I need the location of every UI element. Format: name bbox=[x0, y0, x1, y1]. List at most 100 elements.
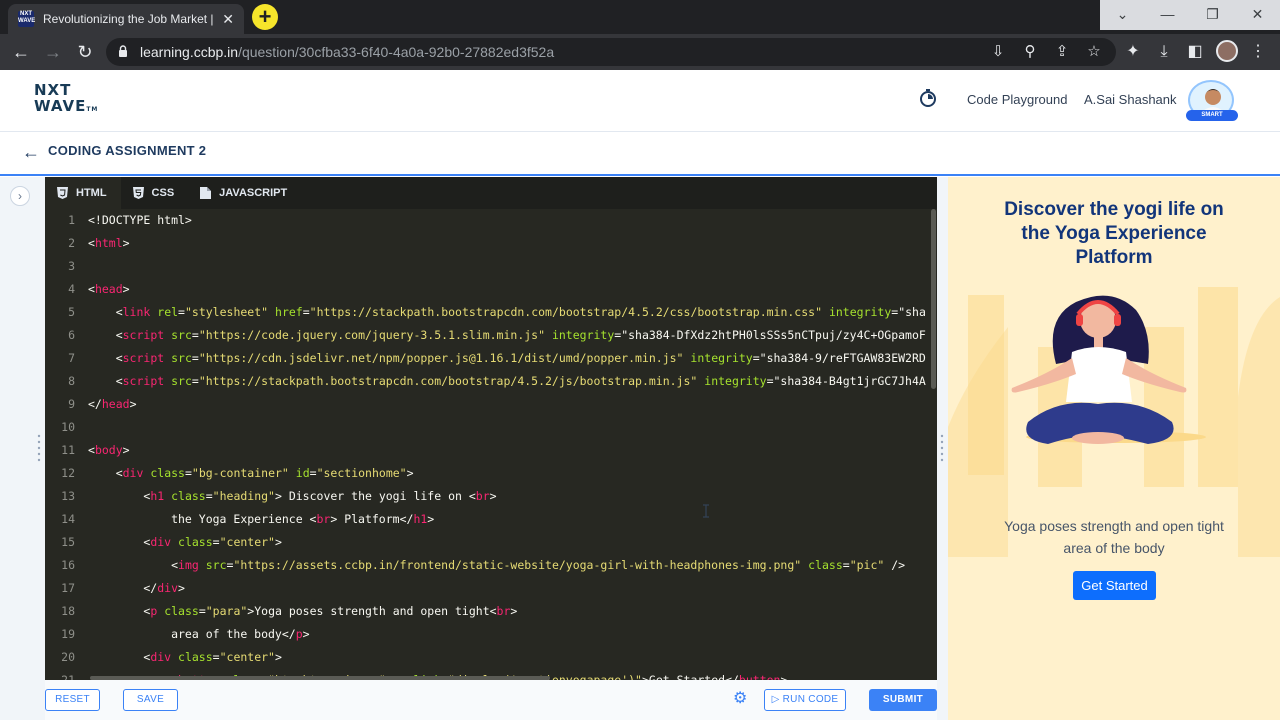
nxtwave-logo[interactable]: NXT WAVETM bbox=[34, 82, 98, 118]
code-text: <div class="bg-container" id="sectionhom… bbox=[88, 466, 414, 480]
run-code-button[interactable]: ▷ RUN CODE bbox=[764, 689, 846, 711]
chrome-menu-icon[interactable]: ⋮ bbox=[1246, 40, 1270, 64]
timer-icon[interactable] bbox=[918, 88, 938, 108]
line-number: 3 bbox=[68, 259, 75, 273]
code-line[interactable]: 2 <html> bbox=[45, 232, 937, 255]
install-app-icon[interactable]: ⇩ bbox=[986, 40, 1010, 64]
line-number: 12 bbox=[61, 466, 75, 480]
save-button[interactable]: SAVE bbox=[123, 689, 178, 711]
tab-css[interactable]: CSS bbox=[121, 177, 189, 209]
settings-gear-icon[interactable]: ⚙ bbox=[733, 691, 749, 707]
address-bar[interactable]: learning.ccbp.in/question/30cfba33-6f40-… bbox=[106, 38, 1116, 66]
code-area[interactable]: 1 <!DOCTYPE html> 2 <html> 3 4 <head> 5 <link r… bbox=[45, 209, 937, 680]
code-line[interactable]: 7 <script src="https://cdn.jsdelivr.net/… bbox=[45, 347, 937, 370]
window-controls: ⌄ — ❐ ✕ bbox=[1100, 0, 1280, 30]
back-icon[interactable]: ← bbox=[9, 40, 33, 64]
line-number: 9 bbox=[68, 397, 75, 411]
reload-icon[interactable]: ↻ bbox=[73, 40, 97, 64]
browser-toolbar: ← → ↻ learning.ccbp.in/question/30cfba33… bbox=[0, 34, 1280, 70]
code-text: <body> bbox=[88, 443, 130, 457]
line-number: 20 bbox=[61, 650, 75, 664]
tab-html[interactable]: HTML bbox=[45, 177, 121, 209]
code-text: </head> bbox=[88, 397, 137, 411]
new-tab-icon[interactable]: + bbox=[252, 4, 278, 30]
code-text: <script src="https://code.jquery.com/jqu… bbox=[88, 328, 926, 342]
code-text: area of the body</p> bbox=[88, 627, 310, 641]
expand-sidebar-chevron-icon[interactable]: › bbox=[10, 186, 30, 206]
line-number: 21 bbox=[61, 673, 75, 680]
line-number: 5 bbox=[68, 305, 75, 319]
code-text: <h1 class="heading"> Discover the yogi l… bbox=[88, 489, 497, 503]
code-line[interactable]: 5 <link rel="stylesheet" href="https://s… bbox=[45, 301, 937, 324]
downloads-icon[interactable]: ⤓ bbox=[1152, 40, 1176, 64]
run-code-label: RUN CODE bbox=[782, 694, 839, 705]
right-resize-handle[interactable] bbox=[940, 432, 944, 464]
browser-tab-strip: NXT WAVE Revolutionizing the Job Market … bbox=[0, 0, 1280, 34]
close-tab-icon[interactable]: ✕ bbox=[222, 11, 234, 28]
code-text: <img src="https://assets.ccbp.in/fronten… bbox=[88, 558, 906, 572]
code-line[interactable]: 11 <body> bbox=[45, 439, 937, 462]
browser-tab[interactable]: NXT WAVE Revolutionizing the Job Market … bbox=[8, 4, 244, 34]
code-line[interactable]: 14 the Yoga Experience <br> Platform</h1… bbox=[45, 508, 937, 531]
line-number: 19 bbox=[61, 627, 75, 641]
line-number: 4 bbox=[68, 282, 75, 296]
code-line[interactable]: 4 <head> bbox=[45, 278, 937, 301]
preview-heading-line-2: the Yoga Experience bbox=[1021, 223, 1207, 244]
code-line[interactable]: 13 <h1 class="heading"> Discover the yog… bbox=[45, 485, 937, 508]
nxtwave-favicon-icon: NXT WAVE bbox=[18, 11, 35, 27]
code-text: the Yoga Experience <br> Platform</h1> bbox=[88, 512, 435, 526]
extensions-puzzle-icon[interactable]: ✦ bbox=[1121, 40, 1145, 64]
code-line[interactable]: 15 <div class="center"> bbox=[45, 531, 937, 554]
minimize-icon[interactable]: — bbox=[1145, 0, 1190, 30]
line-number: 8 bbox=[68, 374, 75, 388]
logo-tm: TM bbox=[86, 106, 99, 113]
code-line[interactable]: 10 bbox=[45, 416, 937, 439]
assignment-title: CODING ASSIGNMENT 2 bbox=[48, 143, 207, 158]
url-text: learning.ccbp.in/question/30cfba33-6f40-… bbox=[140, 44, 554, 60]
tab-css-label: CSS bbox=[151, 187, 175, 199]
code-line[interactable]: 16 <img src="https://assets.ccbp.in/fron… bbox=[45, 554, 937, 577]
left-resize-handle[interactable] bbox=[37, 432, 41, 464]
line-number: 2 bbox=[68, 236, 75, 250]
code-line[interactable]: 17 </div> bbox=[45, 577, 937, 600]
code-line[interactable]: 18 <p class="para">Yoga poses strength a… bbox=[45, 600, 937, 623]
close-window-icon[interactable]: ✕ bbox=[1235, 0, 1280, 30]
code-line[interactable]: 3 bbox=[45, 255, 937, 278]
get-started-button[interactable]: Get Started bbox=[1073, 571, 1156, 600]
preview-heading-line-1: Discover the yogi life on bbox=[1004, 199, 1224, 220]
reset-button[interactable]: RESET bbox=[45, 689, 100, 711]
code-text: </div> bbox=[88, 581, 185, 595]
smart-badge: SMART bbox=[1186, 110, 1238, 121]
tab-search-icon[interactable]: ⌄ bbox=[1100, 0, 1145, 30]
code-playground-link[interactable]: Code Playground bbox=[967, 92, 1067, 107]
editor-vertical-scrollbar[interactable] bbox=[931, 209, 936, 389]
share-icon[interactable]: ⇪ bbox=[1050, 40, 1074, 64]
html5-icon bbox=[57, 187, 68, 199]
code-line[interactable]: 19 area of the body</p> bbox=[45, 623, 937, 646]
code-text: <p class="para">Yoga poses strength and … bbox=[88, 604, 518, 618]
forward-icon[interactable]: → bbox=[41, 40, 65, 64]
code-line[interactable]: 20 <div class="center"> bbox=[45, 646, 937, 669]
user-name[interactable]: A.Sai Shashank bbox=[1084, 92, 1177, 107]
js-file-icon bbox=[200, 187, 212, 199]
restore-icon[interactable]: ❐ bbox=[1190, 0, 1235, 30]
zoom-icon[interactable]: ⚲ bbox=[1018, 40, 1042, 64]
logo-line-1: NXT bbox=[34, 81, 72, 99]
bookmark-star-icon[interactable]: ☆ bbox=[1082, 40, 1106, 64]
back-arrow-icon[interactable]: ← bbox=[22, 142, 42, 162]
code-line[interactable]: 9 </head> bbox=[45, 393, 937, 416]
side-panel-icon[interactable]: ◧ bbox=[1183, 40, 1207, 64]
code-line[interactable]: 8 <script src="https://stackpath.bootstr… bbox=[45, 370, 937, 393]
code-line[interactable]: 6 <script src="https://code.jquery.com/j… bbox=[45, 324, 937, 347]
tab-html-label: HTML bbox=[76, 187, 107, 199]
logo-line-2: WAVETM bbox=[34, 98, 98, 118]
code-line[interactable]: 12 <div class="bg-container" id="section… bbox=[45, 462, 937, 485]
code-text: <div class="center"> bbox=[88, 650, 282, 664]
editor-tabs: HTML CSS JAVASCRIPT bbox=[45, 177, 937, 209]
submit-button[interactable]: SUBMIT bbox=[869, 689, 937, 711]
profile-avatar-icon[interactable] bbox=[1216, 40, 1238, 62]
tab-javascript[interactable]: JAVASCRIPT bbox=[188, 177, 301, 209]
preview-paragraph-line-1: Yoga poses strength and open tight bbox=[1004, 518, 1224, 534]
line-number: 7 bbox=[68, 351, 75, 365]
code-line[interactable]: 1 <!DOCTYPE html> bbox=[45, 209, 937, 232]
